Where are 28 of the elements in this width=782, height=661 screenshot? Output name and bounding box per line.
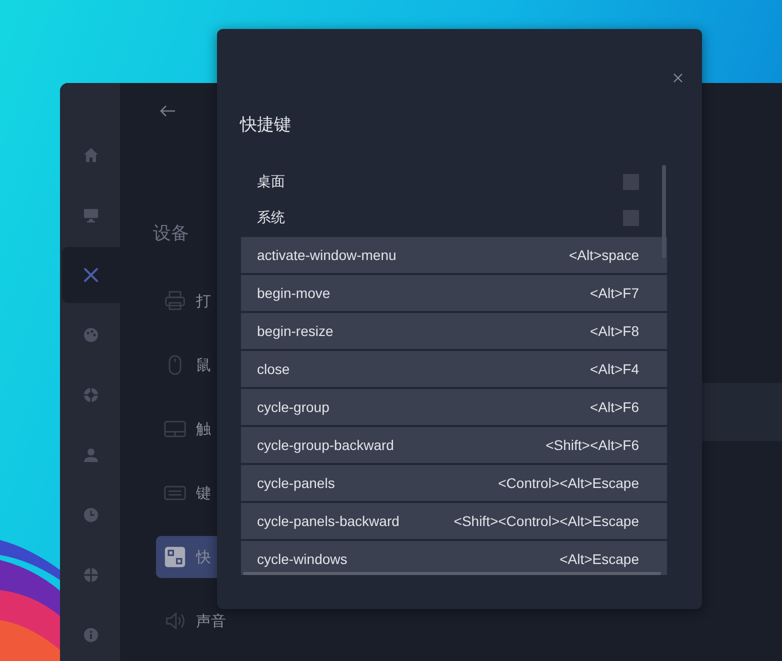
shortcut-keys: <Alt>F6 [590, 399, 639, 415]
item-label: 声音 [196, 612, 226, 630]
item-label: 打 [196, 292, 211, 310]
shortcut-keys: <Alt>F7 [590, 285, 639, 301]
shortcut-keys: <Shift><Control><Alt>Escape [454, 513, 639, 529]
shortcut-keys: <Shift><Alt>F6 [546, 437, 639, 453]
shortcut-name: cycle-group-backward [257, 437, 394, 453]
group-label: 系统 [257, 209, 285, 227]
dialog-title: 快捷键 [240, 114, 291, 136]
shortcut-keys: <Alt>Escape [560, 551, 639, 567]
group-label: 桌面 [257, 173, 285, 191]
item-label: 鼠 [196, 356, 211, 374]
shortcut-name: cycle-panels [257, 475, 335, 491]
shortcut-name: cycle-windows [257, 551, 348, 567]
item-label: 触 [196, 420, 211, 438]
shortcut-name: begin-move [257, 285, 330, 301]
shortcut-name: cycle-panels-backward [257, 513, 400, 529]
shortcut-keys: <Alt>F4 [590, 361, 639, 377]
shortcut-name: activate-window-menu [257, 247, 396, 263]
shortcut-keys: <Alt>space [568, 247, 639, 263]
shortcut-keys: <Alt>F8 [590, 323, 639, 339]
item-label: 键 [196, 484, 211, 502]
shortcut-name: cycle-group [257, 399, 330, 415]
shortcut-keys: <Control><Alt>Escape [498, 475, 639, 491]
section-title: 设备 [153, 222, 189, 245]
item-label: 快 [196, 548, 211, 566]
shortcut-name: begin-resize [257, 323, 334, 339]
shortcut-name: close [257, 361, 290, 377]
